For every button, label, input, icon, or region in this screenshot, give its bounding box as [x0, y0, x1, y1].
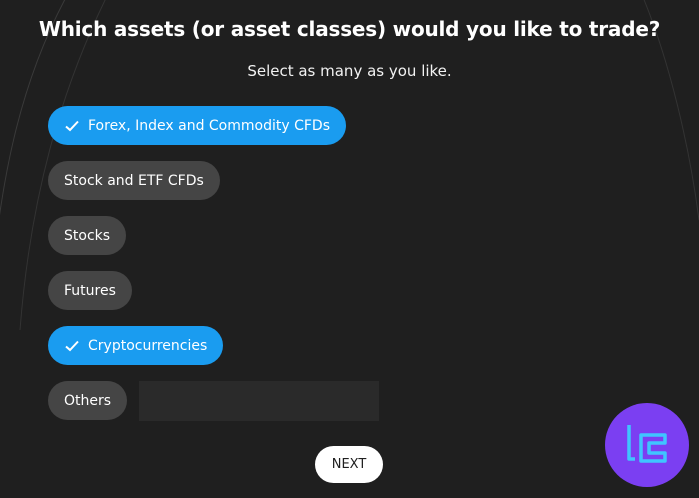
check-icon: [65, 340, 79, 351]
option-label: Others: [64, 392, 112, 409]
option-label: Cryptocurrencies: [88, 337, 208, 354]
next-button[interactable]: NEXT: [315, 446, 383, 483]
brand-logo-icon: [605, 403, 689, 487]
option-others[interactable]: Others: [48, 381, 128, 420]
option-label: Stock and ETF CFDs: [64, 172, 204, 189]
option-forex-index-commodity-cfds[interactable]: Forex, Index and Commodity CFDs: [48, 106, 346, 145]
check-icon: [65, 120, 79, 131]
option-stock-etf-cfds[interactable]: Stock and ETF CFDs: [48, 161, 220, 200]
page-subtitle: Select as many as you like.: [247, 62, 452, 80]
option-label: Stocks: [64, 227, 111, 244]
option-label: Forex, Index and Commodity CFDs: [88, 117, 330, 134]
option-futures[interactable]: Futures: [48, 271, 132, 310]
page-title: Which assets (or asset classes) would yo…: [38, 17, 661, 41]
others-input[interactable]: [139, 381, 379, 421]
option-label: Futures: [64, 282, 116, 299]
option-cryptocurrencies[interactable]: Cryptocurrencies: [48, 326, 224, 365]
option-stocks[interactable]: Stocks: [48, 216, 127, 255]
